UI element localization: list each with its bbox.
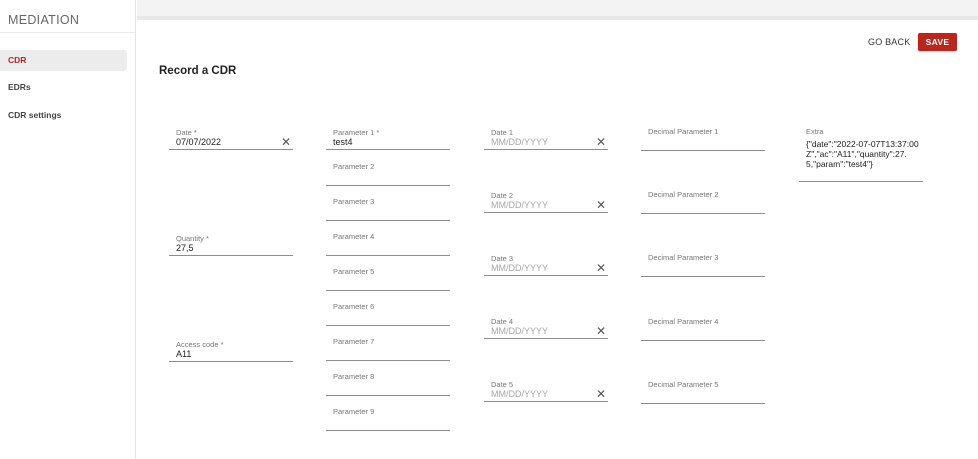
- date-label: Date *: [176, 128, 197, 137]
- brand-divider: [0, 32, 135, 33]
- parameter-9-label: Parameter 9: [333, 407, 375, 416]
- decimal-parameter-1-label: Decimal Parameter 1: [648, 127, 719, 136]
- parameter-4-field[interactable]: Parameter 4: [326, 232, 450, 256]
- close-icon[interactable]: ✕: [596, 325, 606, 337]
- parameter-5-label: Parameter 5: [333, 267, 375, 276]
- date-3-placeholder: MM/DD/YYYY: [491, 263, 549, 273]
- parameter-3-label: Parameter 3: [333, 197, 375, 206]
- go-back-button[interactable]: GO BACK: [868, 34, 910, 50]
- app-brand: MEDIATION: [8, 13, 80, 27]
- quantity-value: 27,5: [176, 243, 194, 253]
- decimal-parameter-1-field[interactable]: Decimal Parameter 1: [641, 127, 765, 151]
- extra-field[interactable]: Extra {"date":"2022-07-07T13:37:00Z","ac…: [799, 127, 923, 182]
- parameter-1-value: test4: [333, 137, 353, 147]
- close-icon[interactable]: ✕: [596, 199, 606, 211]
- parameter-2-label: Parameter 2: [333, 162, 375, 171]
- page-title: Record a CDR: [159, 65, 237, 77]
- date-2-placeholder: MM/DD/YYYY: [491, 200, 549, 210]
- decimal-parameter-4-field[interactable]: Decimal Parameter 4: [641, 317, 765, 341]
- parameter-9-field[interactable]: Parameter 9: [326, 407, 450, 431]
- extra-value: {"date":"2022-07-07T13:37:00Z","ac":"A11…: [806, 139, 919, 169]
- parameter-1-label: Parameter 1 *: [333, 128, 380, 137]
- decimal-parameter-5-label: Decimal Parameter 5: [648, 380, 719, 389]
- parameter-7-field[interactable]: Parameter 7: [326, 337, 450, 361]
- parameter-1-field[interactable]: Parameter 1 * test4: [326, 128, 450, 150]
- date-4-label: Date 4: [491, 317, 514, 326]
- decimal-parameter-5-field[interactable]: Decimal Parameter 5: [641, 380, 765, 404]
- date-5-label: Date 5: [491, 380, 514, 389]
- date-4-placeholder: MM/DD/YYYY: [491, 326, 549, 336]
- decimal-parameter-4-label: Decimal Parameter 4: [648, 317, 719, 326]
- close-icon[interactable]: ✕: [281, 136, 291, 148]
- top-strip: [137, 0, 978, 20]
- save-button[interactable]: SAVE: [918, 33, 957, 51]
- close-icon[interactable]: ✕: [596, 388, 606, 400]
- access-code-label: Access code *: [176, 340, 224, 349]
- quantity-label: Quantity *: [176, 234, 209, 243]
- parameter-7-label: Parameter 7: [333, 337, 375, 346]
- quantity-field[interactable]: Quantity * 27,5: [169, 234, 293, 256]
- date-4-field[interactable]: Date 4 MM/DD/YYYY ✕: [484, 317, 608, 339]
- sidebar-item-edrs[interactable]: EDRs: [0, 77, 127, 98]
- date-2-field[interactable]: Date 2 MM/DD/YYYY ✕: [484, 191, 608, 213]
- parameter-8-label: Parameter 8: [333, 372, 375, 381]
- date-3-label: Date 3: [491, 254, 514, 263]
- date-1-field[interactable]: Date 1 MM/DD/YYYY ✕: [484, 128, 608, 150]
- access-code-field[interactable]: Access code * A11: [169, 340, 293, 362]
- sidebar-item-cdr-settings[interactable]: CDR settings: [0, 105, 127, 126]
- close-icon[interactable]: ✕: [596, 262, 606, 274]
- decimal-parameter-2-field[interactable]: Decimal Parameter 2: [641, 190, 765, 214]
- date-1-placeholder: MM/DD/YYYY: [491, 137, 549, 147]
- parameter-6-field[interactable]: Parameter 6: [326, 302, 450, 326]
- parameter-4-label: Parameter 4: [333, 232, 375, 241]
- sidebar-item-cdr[interactable]: CDR: [0, 50, 127, 71]
- parameter-6-label: Parameter 6: [333, 302, 375, 311]
- date-1-label: Date 1: [491, 128, 514, 137]
- date-5-placeholder: MM/DD/YYYY: [491, 389, 549, 399]
- decimal-parameter-2-label: Decimal Parameter 2: [648, 190, 719, 199]
- close-icon[interactable]: ✕: [596, 136, 606, 148]
- date-value: 07/07/2022: [176, 137, 222, 147]
- date-2-label: Date 2: [491, 191, 514, 200]
- decimal-parameter-3-field[interactable]: Decimal Parameter 3: [641, 253, 765, 277]
- parameter-8-field[interactable]: Parameter 8: [326, 372, 450, 396]
- decimal-parameter-3-label: Decimal Parameter 3: [648, 253, 719, 262]
- access-code-value: A11: [176, 349, 192, 359]
- parameter-3-field[interactable]: Parameter 3: [326, 197, 450, 221]
- extra-label: Extra: [806, 127, 824, 136]
- date-3-field[interactable]: Date 3 MM/DD/YYYY ✕: [484, 254, 608, 276]
- sidebar: MEDIATION CDR EDRs CDR settings: [0, 0, 136, 459]
- date-field[interactable]: Date * 07/07/2022 ✕: [169, 128, 293, 150]
- parameter-5-field[interactable]: Parameter 5: [326, 267, 450, 291]
- parameter-2-field[interactable]: Parameter 2: [326, 162, 450, 186]
- date-5-field[interactable]: Date 5 MM/DD/YYYY ✕: [484, 380, 608, 402]
